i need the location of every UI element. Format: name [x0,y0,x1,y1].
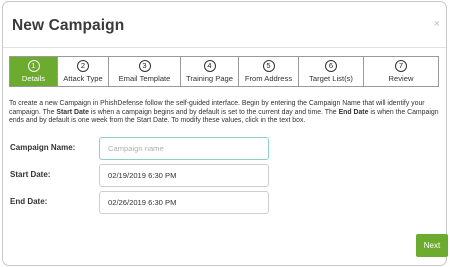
step-label: Details [21,74,46,83]
step-number-icon: 7 [395,60,407,72]
dialog-title: New Campaign [12,17,125,34]
end-date-term: End Date [338,108,369,116]
step-label: Email Template [118,74,171,83]
step-from-address[interactable]: 5 From Address [238,57,298,86]
instructions-text: To create a new Campaign in PhishDefense… [9,100,441,126]
step-attack-type[interactable]: 2 Attack Type [57,57,108,86]
instructions-part-2: is when a campaign begins and by default… [88,108,339,116]
campaign-name-label: Campaign Name: [10,143,76,152]
campaign-name-input[interactable] [99,137,269,160]
step-training-page[interactable]: 4 Training Page [180,57,238,86]
end-date-field[interactable]: 02/26/2019 6:30 PM [99,191,269,214]
step-details[interactable]: 1 Details [10,57,57,86]
new-campaign-dialog: New Campaign × [2,1,447,266]
end-date-label: End Date: [10,197,48,206]
step-number-icon: 4 [203,60,216,72]
start-date-label: Start Date: [10,170,51,179]
close-icon[interactable]: × [434,18,440,30]
dialog-header: New Campaign × [3,2,446,48]
start-date-field[interactable]: 02/19/2019 6:30 PM [99,164,269,187]
step-number-icon: 6 [325,60,337,72]
step-number-icon: 3 [138,60,151,72]
step-review[interactable]: 7 Review [363,57,438,86]
step-label: Training Page [186,74,233,83]
step-label: Review [388,74,414,83]
wizard-steps: 1 Details 2 Attack Type 3 Email Template… [9,56,439,87]
step-label: Attack Type [63,74,103,83]
start-date-term: Start Date [56,108,89,116]
step-target-lists[interactable]: 6 Target List(s) [298,57,363,86]
step-number-icon: 1 [27,60,40,72]
step-email-template[interactable]: 3 Email Template [108,57,180,86]
step-label: Target List(s) [309,74,353,83]
next-button[interactable]: Next [416,234,448,257]
step-label: From Address [244,74,293,83]
step-number-icon: 5 [262,60,275,72]
step-number-icon: 2 [77,60,89,72]
